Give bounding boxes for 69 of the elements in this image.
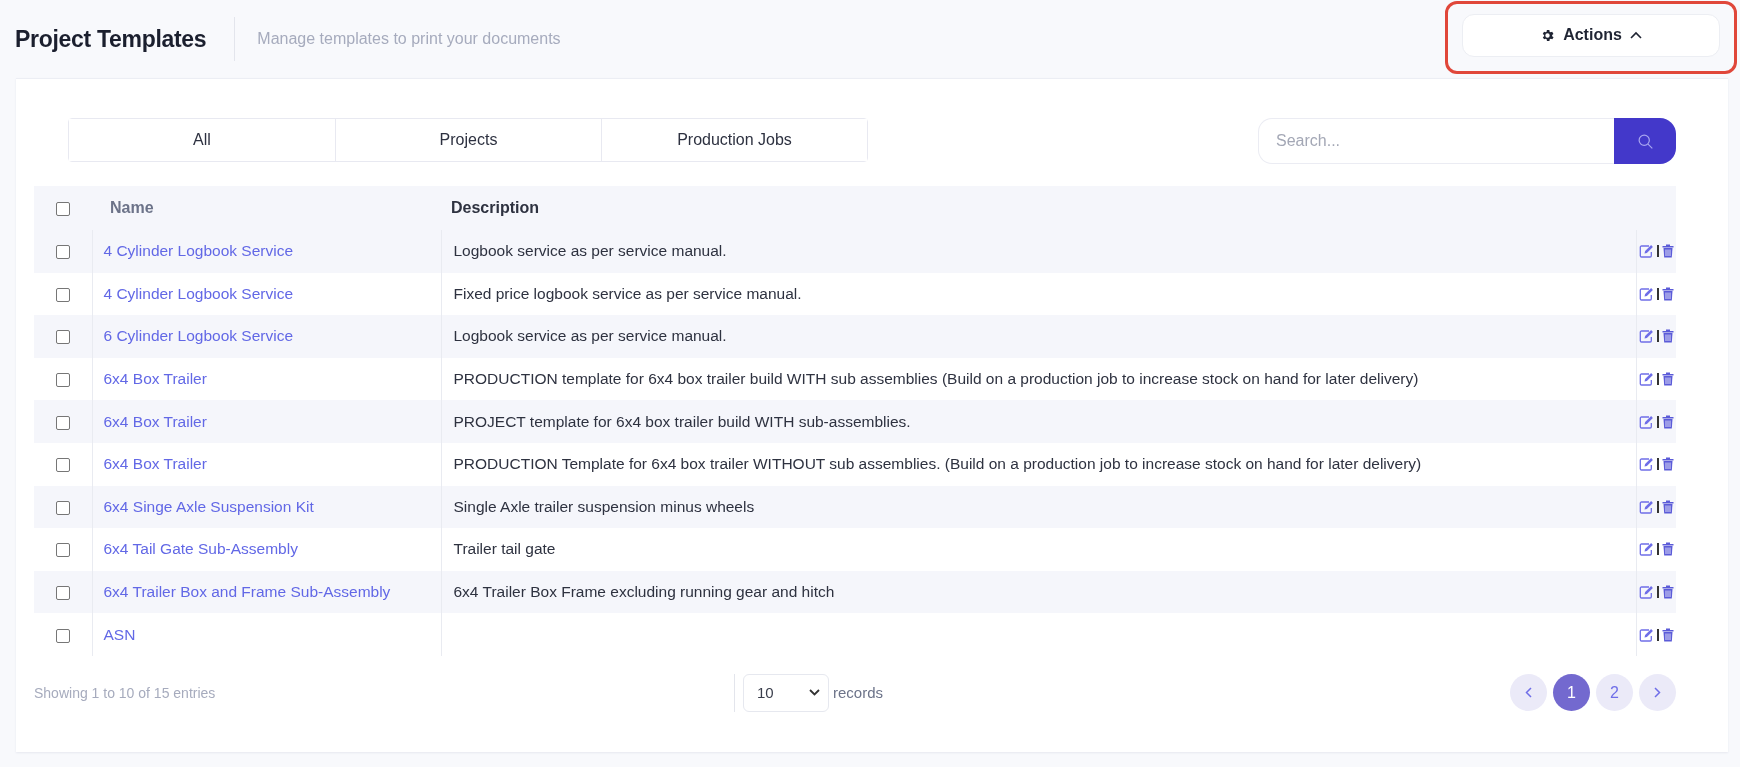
search-button[interactable] bbox=[1614, 118, 1676, 164]
template-name-link[interactable]: 6x4 Box Trailer bbox=[103, 370, 207, 388]
actions-button[interactable]: Actions bbox=[1462, 13, 1720, 57]
template-name-link[interactable]: 6 Cylinder Logbook Service bbox=[103, 327, 294, 345]
row-checkbox[interactable] bbox=[55, 245, 70, 260]
entries-summary: Showing 1 to 10 of 15 entries bbox=[34, 684, 217, 701]
table-cell: Single Axle trailer suspension minus wheels bbox=[453, 497, 755, 515]
chevron-left-icon bbox=[1525, 687, 1532, 699]
chevron-down-icon bbox=[809, 689, 820, 697]
search-field[interactable]: Search... bbox=[1258, 118, 1614, 164]
table-cell: Logbook service as per service manual. bbox=[453, 242, 727, 260]
edit-icon[interactable] bbox=[1639, 329, 1654, 344]
table-cell: Fixed price logbook service as per service manual. bbox=[453, 284, 802, 302]
edit-icon[interactable] bbox=[1639, 286, 1654, 301]
trash-icon[interactable] bbox=[1661, 329, 1674, 344]
table-cell: Trailer tail gate bbox=[453, 540, 556, 558]
edit-icon[interactable] bbox=[1639, 585, 1654, 600]
trash-icon[interactable] bbox=[1661, 372, 1674, 387]
row-checkbox[interactable] bbox=[55, 628, 70, 643]
table-cell: Logbook service as per service manual. bbox=[453, 327, 727, 345]
template-name-link[interactable]: 6x4 Trailer Box and Frame Sub-Assembly bbox=[103, 583, 391, 601]
page-button[interactable]: 2 bbox=[1596, 674, 1633, 712]
filter-tab[interactable]: Production Jobs bbox=[601, 119, 867, 161]
template-name-link[interactable]: 6x4 Box Trailer bbox=[103, 455, 207, 473]
template-name-link[interactable]: ASN bbox=[103, 625, 136, 643]
page-button[interactable]: 1 bbox=[1553, 674, 1590, 712]
page-title: Project Templates bbox=[15, 25, 207, 53]
trash-icon[interactable] bbox=[1661, 499, 1674, 514]
edit-icon[interactable] bbox=[1639, 542, 1654, 557]
trash-icon[interactable] bbox=[1661, 542, 1674, 557]
page-subtitle: Manage templates to print your documents bbox=[257, 30, 561, 48]
search-icon bbox=[1636, 132, 1654, 150]
row-checkbox[interactable] bbox=[55, 585, 70, 600]
row-checkbox[interactable] bbox=[55, 458, 70, 473]
trash-icon[interactable] bbox=[1661, 286, 1674, 301]
gear-icon bbox=[1540, 27, 1556, 43]
column-header: Name bbox=[110, 199, 154, 216]
table-cell: 6x4 Trailer Box Frame excluding running gear and hitch bbox=[453, 583, 835, 601]
template-name-link[interactable]: 4 Cylinder Logbook Service bbox=[103, 242, 294, 260]
template-name-link[interactable]: 6x4 Box Trailer bbox=[103, 412, 207, 430]
edit-icon[interactable] bbox=[1639, 457, 1654, 472]
edit-icon[interactable] bbox=[1639, 244, 1654, 259]
edit-icon[interactable] bbox=[1639, 627, 1654, 642]
table-cell: PRODUCTION Template for 6x4 box trailer WITHOUT sub assemblies. (Build on a production job to increase stock on hand for later delivery) bbox=[453, 455, 1422, 473]
template-name-link[interactable]: 4 Cylinder Logbook Service bbox=[103, 284, 294, 302]
row-checkbox[interactable] bbox=[55, 287, 70, 302]
select-all-checkbox[interactable] bbox=[56, 201, 70, 216]
column-header: Description bbox=[451, 199, 539, 216]
page-size-select[interactable]: 10 bbox=[743, 673, 829, 712]
page-size-label: records bbox=[833, 684, 884, 702]
trash-icon[interactable] bbox=[1661, 457, 1674, 472]
row-checkbox[interactable] bbox=[55, 373, 70, 387]
template-name-link[interactable]: 6x4 Singe Axle Suspension Kit bbox=[103, 497, 314, 515]
edit-icon[interactable] bbox=[1639, 372, 1654, 387]
row-checkbox[interactable] bbox=[55, 415, 70, 430]
edit-icon[interactable] bbox=[1639, 414, 1654, 429]
table-cell: PRODUCTION template for 6x4 box trailer build WITH sub assemblies (Build on a production job to increase stock on hand for later delivery) bbox=[453, 370, 1419, 388]
trash-icon[interactable] bbox=[1661, 585, 1674, 600]
row-checkbox[interactable] bbox=[55, 543, 70, 558]
chevron-right-icon bbox=[1654, 687, 1661, 699]
table-cell: PROJECT template for 6x4 box trailer build WITH sub-assemblies. bbox=[453, 412, 911, 430]
trash-icon[interactable] bbox=[1661, 627, 1674, 642]
caret-icon bbox=[1629, 31, 1642, 39]
row-checkbox[interactable] bbox=[55, 500, 70, 515]
template-name-link[interactable]: 6x4 Tail Gate Sub-Assembly bbox=[103, 540, 298, 558]
trash-icon[interactable] bbox=[1661, 244, 1674, 259]
row-checkbox[interactable] bbox=[55, 330, 70, 345]
trash-icon[interactable] bbox=[1661, 414, 1674, 429]
edit-icon[interactable] bbox=[1639, 499, 1654, 514]
